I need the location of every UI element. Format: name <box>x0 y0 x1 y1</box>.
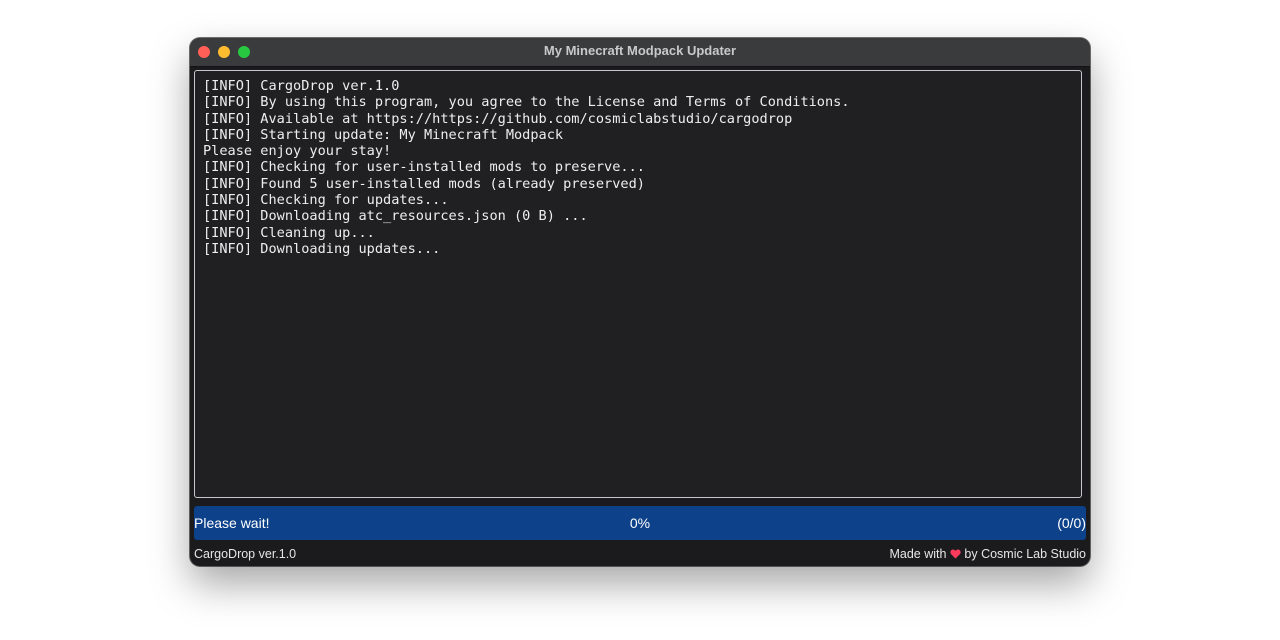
credits: Made with by Cosmic Lab Studio <box>889 544 1086 565</box>
log-line: [INFO] Available at https://https://gith… <box>203 110 793 127</box>
title-bar[interactable]: My Minecraft Modpack Updater <box>190 38 1090 67</box>
made-with-label: Made with <box>889 547 947 561</box>
window-title: My Minecraft Modpack Updater <box>543 43 737 58</box>
version-label: CargoDrop ver.1.0 <box>194 547 297 561</box>
status-footer: CargoDrop ver.1.0 Made with by Cosmic La… <box>194 544 1086 564</box>
log-line: [INFO] Cleaning up... <box>203 224 375 241</box>
log-line: [INFO] Checking for updates... <box>203 192 449 209</box>
progress-count: (0/0) <box>1057 515 1086 531</box>
log-line: [INFO] Starting update: My Minecraft Mod… <box>203 126 564 143</box>
progress-bar: Please wait! 0% (0/0) <box>194 506 1086 540</box>
progress-percent: 0% <box>629 515 651 531</box>
log-line: [INFO] CargoDrop ver.1.0 <box>203 78 400 94</box>
log-line: [INFO] Checking for user-installed mods … <box>203 159 645 176</box>
log-console[interactable]: [INFO] CargoDrop ver.1.0 [INFO] By using … <box>194 70 1082 498</box>
log-line: [INFO] Downloading atc_resources.json (0… <box>203 208 588 225</box>
log-line: [INFO] By using this program, you agree … <box>203 94 850 111</box>
log-line: [INFO] Downloading updates... <box>203 240 441 257</box>
by-studio-label: by Cosmic Lab Studio <box>964 547 1086 561</box>
log-line: Please enjoy your stay! <box>203 143 392 160</box>
heart-icon <box>950 545 961 565</box>
app-window: My Minecraft Modpack Updater [INFO] Carg… <box>190 38 1090 566</box>
log-line: [INFO] Found 5 user-installed mods (alre… <box>203 175 645 192</box>
